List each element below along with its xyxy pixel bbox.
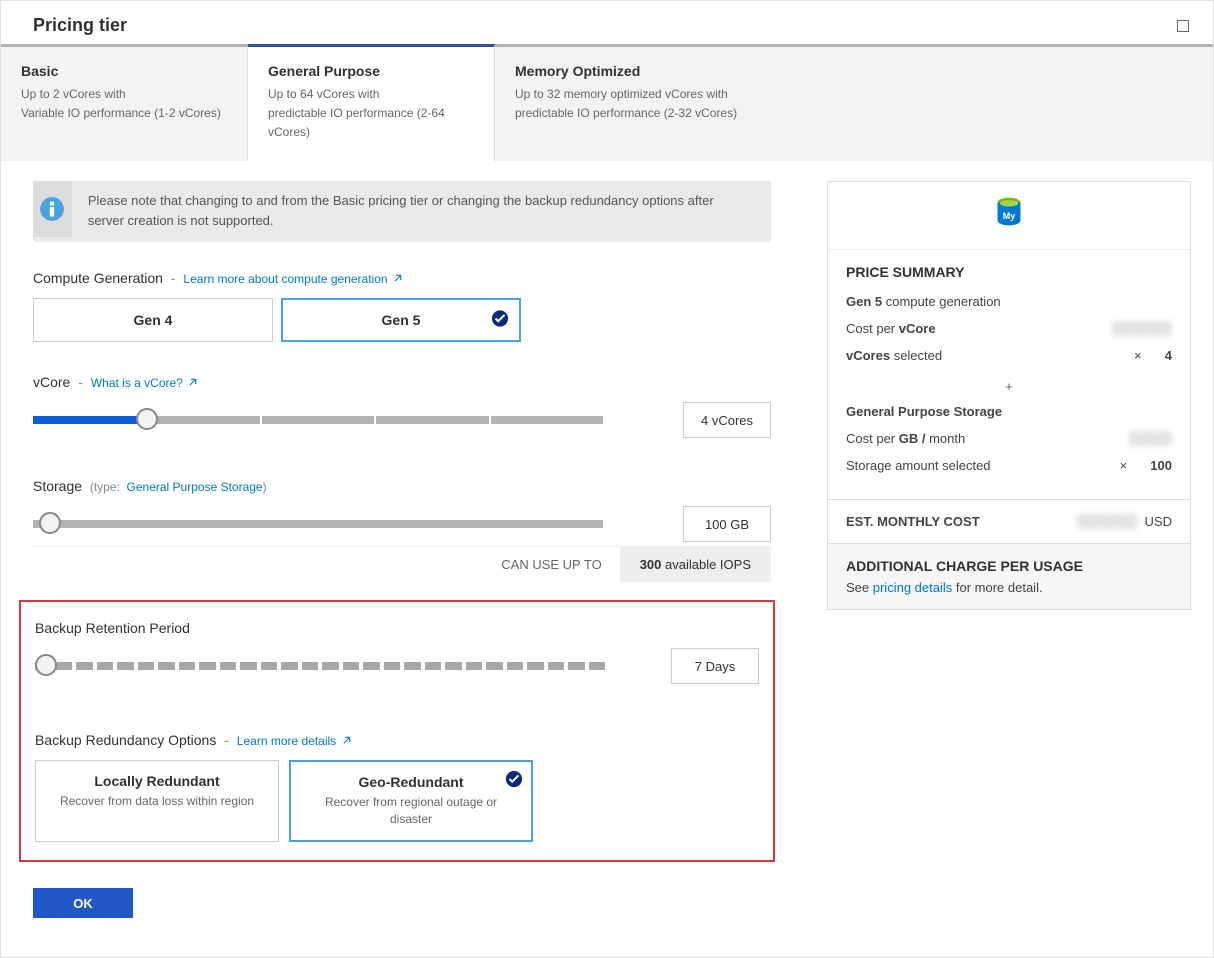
vcore-slider[interactable]: [33, 410, 603, 430]
option-sub: Recover from data loss within region: [54, 793, 260, 810]
tab-line: Up to 2 vCores with: [21, 85, 227, 104]
storage-label: Storage (type: General Purpose Storage): [33, 478, 771, 494]
svg-text:My: My: [1003, 210, 1016, 220]
tab-memory-optimized[interactable]: Memory Optimized Up to 32 memory optimiz…: [495, 47, 1213, 161]
tab-line: predictable IO performance (2-32 vCores): [515, 104, 1193, 123]
compute-generation-label: Compute Generation - Learn more about co…: [33, 270, 771, 286]
price-summary-panel: My PRICE SUMMARY Gen 5 compute generatio…: [827, 181, 1191, 610]
compute-generation-learn-more-link[interactable]: Learn more about compute generation: [183, 272, 401, 286]
pricing-tier-tabs: Basic Up to 2 vCores with Variable IO pe…: [1, 44, 1213, 161]
slider-handle[interactable]: [35, 654, 57, 676]
tab-line: Variable IO performance (1-2 vCores): [21, 104, 227, 123]
backup-retention-label: Backup Retention Period: [35, 620, 759, 636]
tab-general-purpose[interactable]: General Purpose Up to 64 vCores with pre…: [248, 44, 495, 161]
option-sub: Recover from regional outage or disaster: [309, 794, 513, 828]
plus-separator: +: [846, 375, 1172, 404]
page-title: Pricing tier: [33, 15, 127, 36]
info-banner: Please note that changing to and from th…: [33, 181, 771, 243]
option-label: Gen 5: [382, 312, 421, 328]
maximize-icon[interactable]: [1177, 20, 1189, 32]
compute-option-gen5[interactable]: Gen 5: [281, 298, 521, 342]
info-icon: [33, 181, 72, 237]
slider-handle[interactable]: [136, 408, 158, 430]
ok-button[interactable]: OK: [33, 888, 133, 918]
backup-option-geo-redundant[interactable]: Geo-Redundant Recover from regional outa…: [289, 760, 533, 842]
mysql-logo-icon: My: [828, 182, 1190, 250]
compute-option-gen4[interactable]: Gen 4: [33, 298, 273, 342]
storage-value: 100 GB: [683, 506, 771, 542]
backup-retention-slider[interactable]: [35, 656, 605, 676]
redacted-price: XXXX: [1129, 431, 1172, 446]
tab-basic[interactable]: Basic Up to 2 vCores with Variable IO pe…: [1, 47, 248, 161]
check-icon: [491, 310, 509, 331]
tab-line: Up to 32 memory optimized vCores with: [515, 85, 1193, 104]
slider-handle[interactable]: [39, 512, 61, 534]
tab-line: Up to 64 vCores with: [268, 85, 474, 104]
tab-title: Memory Optimized: [515, 63, 1193, 79]
option-title: Geo-Redundant: [309, 774, 513, 790]
additional-charge-title: ADDITIONAL CHARGE PER USAGE: [846, 558, 1172, 574]
backup-option-locally-redundant[interactable]: Locally Redundant Recover from data loss…: [35, 760, 279, 842]
vcore-label: vCore - What is a vCore?: [33, 374, 771, 390]
backup-retention-value: 7 Days: [671, 648, 759, 684]
est-monthly-cost-label: EST. MONTHLY COST: [846, 514, 980, 529]
storage-type-link[interactable]: General Purpose Storage: [127, 480, 263, 494]
tab-line: predictable IO performance (2-64 vCores): [268, 104, 474, 142]
pricing-details-link[interactable]: pricing details: [873, 580, 953, 595]
backup-redundancy-label: Backup Redundancy Options - Learn more d…: [35, 732, 759, 748]
storage-slider[interactable]: [33, 514, 603, 534]
tab-title: Basic: [21, 63, 227, 79]
option-title: Locally Redundant: [54, 773, 260, 789]
iops-row: CAN USE UP TO 300 available IOPS: [33, 546, 771, 582]
vcore-help-link[interactable]: What is a vCore?: [91, 376, 197, 390]
iops-value: 300 available IOPS: [620, 547, 771, 582]
price-summary-title: PRICE SUMMARY: [846, 264, 1172, 280]
redacted-price: XXXXXX: [1077, 514, 1137, 529]
option-label: Gen 4: [134, 312, 173, 328]
backup-redundancy-learn-more-link[interactable]: Learn more details: [237, 734, 351, 748]
tab-title: General Purpose: [268, 63, 474, 79]
info-text: Please note that changing to and from th…: [72, 181, 771, 243]
check-icon: [505, 770, 523, 791]
backup-highlight-frame: Backup Retention Period 7 Days Backup Re…: [19, 600, 775, 862]
vcore-value: 4 vCores: [683, 402, 771, 438]
iops-label: CAN USE UP TO: [483, 547, 619, 582]
redacted-price: XXXXXX: [1112, 321, 1172, 336]
